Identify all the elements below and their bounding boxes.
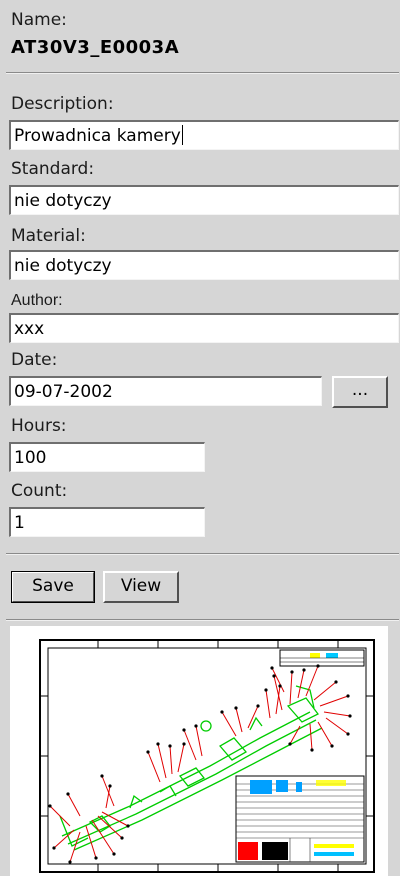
material-input[interactable]: nie dotyczy xyxy=(9,250,399,280)
description-label: Description: xyxy=(11,94,114,114)
name-value: AT30V3_E0003A xyxy=(11,37,180,58)
technical-drawing-thumbnail xyxy=(39,639,375,873)
author-label: Author: xyxy=(11,292,63,309)
hours-input[interactable]: 100 xyxy=(9,442,205,472)
drawing-preview[interactable] xyxy=(10,626,388,876)
description-input[interactable]: Prowadnica kamery xyxy=(9,120,399,150)
part-properties-panel: Name: AT30V3_E0003A Description: Prowadn… xyxy=(0,0,400,876)
view-button[interactable]: View xyxy=(103,571,179,603)
material-label: Material: xyxy=(11,226,86,246)
standard-input[interactable]: nie dotyczy xyxy=(9,185,399,215)
count-label: Count: xyxy=(11,481,68,501)
text-caret xyxy=(181,125,183,145)
divider xyxy=(6,72,399,74)
save-button[interactable]: Save xyxy=(11,571,95,603)
name-label: Name: xyxy=(11,10,67,30)
count-input[interactable]: 1 xyxy=(9,507,205,537)
date-input[interactable]: 09-07-2002 xyxy=(9,376,322,406)
date-label: Date: xyxy=(11,350,58,370)
description-value: Prowadnica kamery xyxy=(14,126,181,146)
divider xyxy=(6,619,399,621)
standard-label: Standard: xyxy=(11,159,95,179)
hours-label: Hours: xyxy=(11,416,67,436)
divider xyxy=(6,553,399,555)
author-input[interactable]: xxx xyxy=(9,313,399,343)
date-picker-button[interactable]: ... xyxy=(332,376,388,408)
